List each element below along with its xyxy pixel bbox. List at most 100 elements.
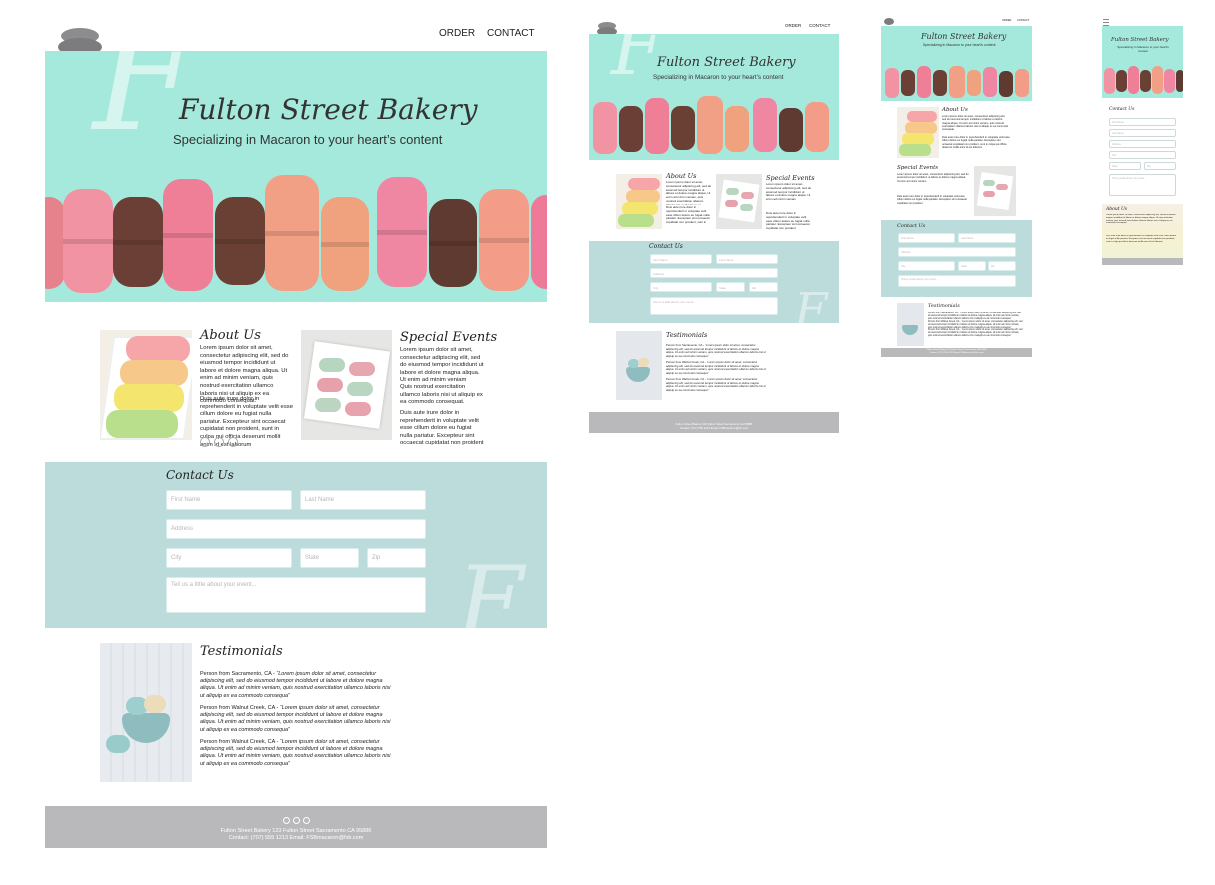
tablet-mockup: ORDER CONTACT F Fulton Street Bakery Spe…	[585, 0, 845, 440]
events-paragraph-1: Lorem ipsum dolor sit amet, consectetur …	[400, 347, 484, 384]
about-paragraph-1: Lorem ipsum dolor sit amet, consectetur …	[942, 115, 1009, 132]
last-name-field[interactable]: Last Name	[716, 254, 778, 264]
state-field[interactable]: State	[1109, 162, 1141, 170]
about-card: About Us Lorem ipsum dolor sit amet, con…	[1102, 204, 1183, 260]
about-heading: About Us	[200, 328, 261, 343]
events-paragraph-3: Duis aute irure dolor in reprehenderit i…	[897, 195, 967, 205]
hero-title: Fulton Street Bakery	[179, 93, 478, 126]
hero-subtitle: Specializing in Macaron to your heart’s …	[653, 74, 784, 81]
events-paragraph-3: Duis aute irure dolor in reprehenderit i…	[400, 410, 484, 447]
about-paragraph-2: Duis aute irure dolor in reprehenderit i…	[942, 136, 1010, 149]
address-field[interactable]: Address	[166, 519, 426, 539]
hero-title: Fulton Street Bakery	[657, 55, 796, 70]
city-field[interactable]: City	[166, 548, 292, 568]
address-field[interactable]: Address	[898, 247, 1016, 257]
instagram-icon[interactable]	[228, 437, 238, 447]
mobile-mockup: Fulton Street Bakery Specializing in Mac…	[1098, 0, 1188, 270]
message-field[interactable]: Tell us a little about your event...	[166, 577, 426, 613]
zip-field[interactable]: Zip	[1144, 162, 1176, 170]
twitter-icon[interactable]	[200, 437, 210, 447]
contact-section: F Contact Us First Name Last Name Addres…	[45, 462, 547, 628]
nav-contact-link[interactable]: CONTACT	[487, 28, 535, 39]
about-paragraph-2: Duis aute irure dolor in reprehenderit i…	[666, 206, 710, 225]
hero-banner: Fulton Street Bakery Specializing in Mac…	[1102, 26, 1183, 98]
testimonial-author: Person from Walnut Creek, CA -	[200, 739, 280, 745]
testimonials-photo	[100, 643, 192, 782]
hamburger-menu-icon[interactable]	[1103, 19, 1109, 26]
about-photo	[616, 174, 662, 229]
last-name-field[interactable]: Last Name	[300, 490, 426, 510]
testimonial-item: Person from Walnut Creek, CA - “Lorem ip…	[200, 739, 396, 768]
events-photo	[301, 330, 392, 440]
testimonial-item: Person from Walnut Creek, CA - “Lorem ip…	[200, 705, 396, 734]
events-paragraph-3: Duis aute irure dolor in reprehenderit i…	[766, 212, 810, 231]
nav-order-link[interactable]: ORDER	[785, 23, 801, 28]
about-photo	[897, 107, 939, 158]
zip-field[interactable]: Zip	[988, 261, 1016, 271]
macaron-row-image	[45, 175, 547, 295]
events-paragraph-1: Lorem ipsum dolor sit amet, consectetur …	[897, 173, 969, 183]
about-heading: About Us	[942, 107, 968, 113]
contact-section: Contact Us First Name Last Name Address …	[881, 220, 1032, 297]
testimonial-item: Person from Walnut Creek, CA - “Lorem ip…	[666, 377, 766, 392]
address-field[interactable]: Address	[1109, 140, 1176, 148]
nav-order-link[interactable]: ORDER	[439, 28, 475, 39]
about-paragraph-1: Lorem ipsum dolor sit amet, consectetur …	[666, 181, 712, 205]
testimonials-heading: Testimonials	[666, 331, 708, 339]
state-field[interactable]: State	[716, 282, 745, 292]
first-name-field[interactable]: First Name	[650, 254, 712, 264]
hero-banner: F Fulton Street Bakery Specializing in M…	[589, 34, 839, 160]
footer-social-icons	[283, 817, 311, 824]
state-field[interactable]: State	[300, 548, 359, 568]
last-name-field[interactable]: Last Name	[1109, 129, 1176, 137]
message-field[interactable]: Tell us a little about your event...	[898, 275, 1016, 287]
testimonials-photo	[616, 331, 662, 400]
address-field[interactable]: Address	[650, 268, 778, 278]
contact-section: F Contact Us First Name Last Name Addres…	[589, 241, 839, 323]
nav-contact-link[interactable]: CONTACT	[809, 23, 830, 28]
testimonial-item: Person from Sacramento, CA - “Lorem ipsu…	[666, 343, 766, 358]
testimonials-photo	[897, 303, 924, 346]
about-paragraph-1: Lorem ipsum dolor sit amet, consectetur …	[1106, 214, 1176, 225]
testimonial-item: Person from Walnut Creek, CA - “Lorem ip…	[666, 360, 766, 375]
hero-subtitle: Specializing in Macaron to your heart’s …	[173, 132, 443, 147]
footer-address: Fulton Street Bakery 123 Fulton Street S…	[220, 828, 372, 834]
message-field[interactable]: Tell us a little about your event...	[1109, 174, 1176, 196]
about-paragraph-2: Duis aute irure dolor in reprehenderit i…	[1106, 235, 1177, 243]
events-photo	[974, 166, 1016, 216]
social-icons	[200, 437, 242, 447]
contact-watermark: F	[457, 546, 524, 628]
hero-banner: Fulton Street Bakery Specializing in Mac…	[881, 26, 1032, 101]
state-field[interactable]: State	[958, 261, 986, 271]
zip-field[interactable]: Zip	[749, 282, 778, 292]
testimonials-heading: Testimonials	[928, 303, 960, 309]
last-name-field[interactable]: Last Name	[958, 233, 1016, 243]
hero-banner: F Fulton Street Bakery Specializing in M…	[45, 51, 547, 302]
footer: Fulton Street Bakery 123 Fulton Street S…	[45, 806, 547, 848]
facebook-icon[interactable]	[214, 437, 224, 447]
zip-field[interactable]: Zip	[367, 548, 426, 568]
contact-heading: Contact Us	[649, 243, 683, 250]
first-name-field[interactable]: First Name	[1109, 118, 1176, 126]
logo[interactable]	[884, 18, 894, 25]
footer	[1102, 258, 1183, 265]
events-photo	[716, 174, 762, 229]
testimonial-item: Person from Sacramento, CA - “Lorem ipsu…	[928, 312, 1023, 338]
testimonial-item: Person from Sacramento, CA - “Lorem ipsu…	[200, 671, 396, 700]
about-heading: About Us	[1106, 207, 1128, 212]
nav-contact-link[interactable]: CONTACT	[1017, 19, 1029, 22]
events-heading: Special Events	[766, 174, 815, 182]
first-name-field[interactable]: First Name	[166, 490, 292, 510]
city-field[interactable]: City	[650, 282, 712, 292]
footer: Fulton Street Bakery 123 Fulton Street S…	[881, 348, 1032, 357]
nav-order-link[interactable]: ORDER	[1002, 19, 1011, 22]
small-tablet-mockup: ORDER CONTACT Fulton Street Bakery Speci…	[878, 0, 1038, 360]
city-field[interactable]: City	[898, 261, 955, 271]
facebook-icon[interactable]	[293, 817, 300, 824]
message-field[interactable]: Tell us a little about your event...	[650, 297, 778, 315]
instagram-icon[interactable]	[303, 817, 310, 824]
footer: Fulton Street Bakery 123 Fulton Street S…	[589, 412, 839, 433]
twitter-icon[interactable]	[283, 817, 290, 824]
city-field[interactable]: City	[1109, 151, 1176, 159]
first-name-field[interactable]: First Name	[898, 233, 955, 243]
